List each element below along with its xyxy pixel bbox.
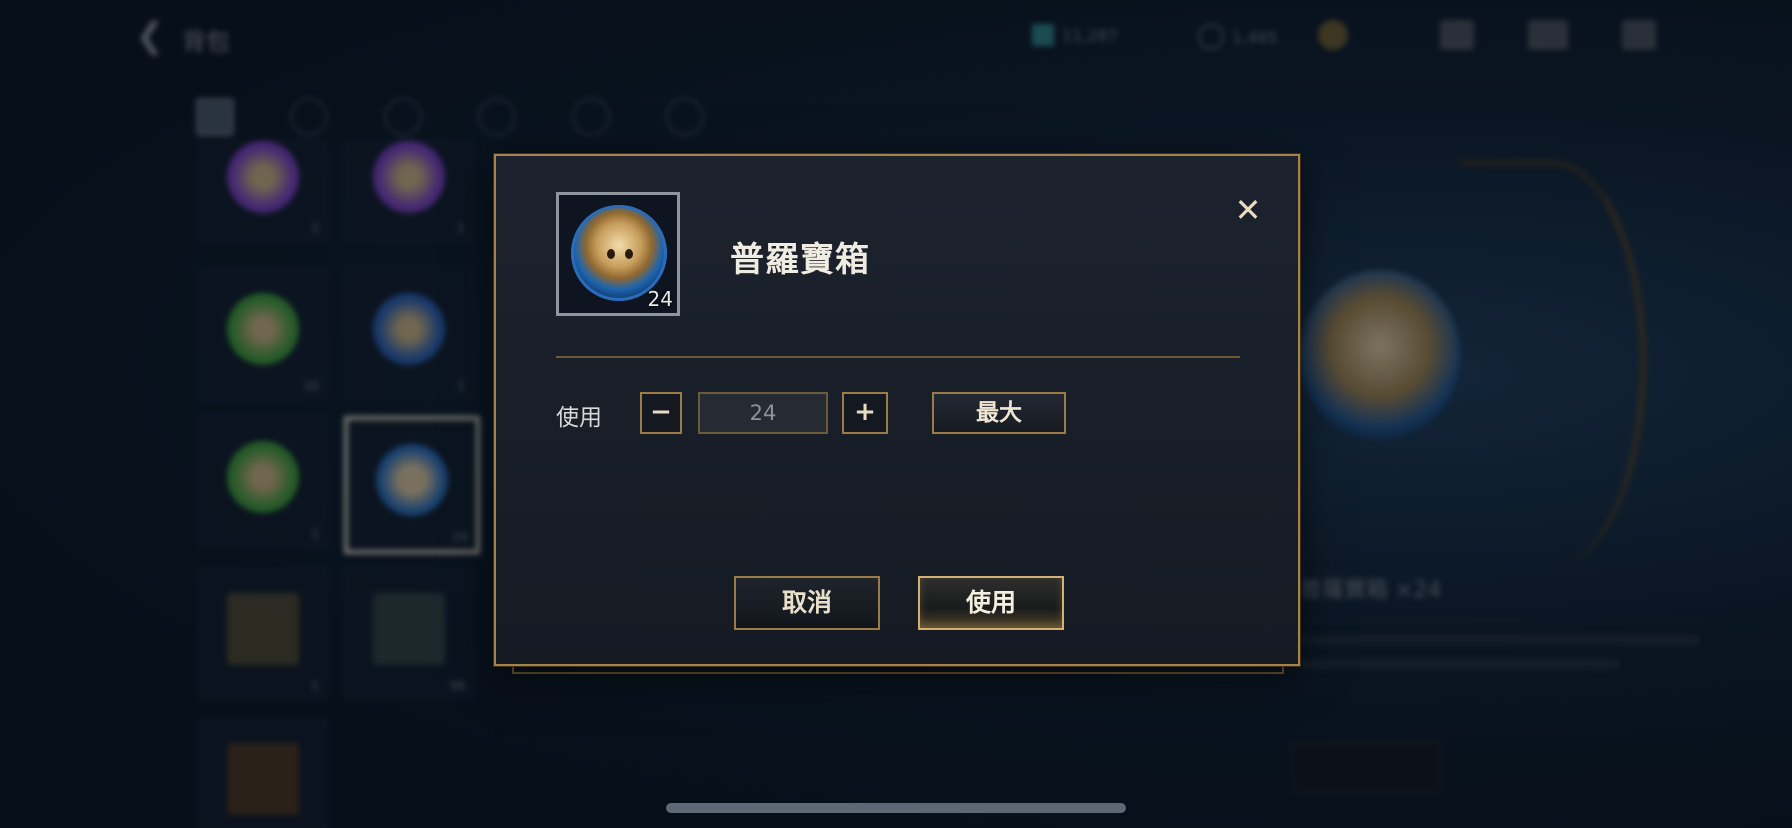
use-quantity-label: 使用 [556,405,602,431]
item-thumbnail: 24 [556,192,680,316]
use-item-dialog: 24 普羅寶箱 ✕ 使用 − 24 + 最大 取消 使用 [494,154,1300,666]
decrement-button[interactable]: − [640,392,682,434]
quantity-input[interactable]: 24 [698,392,828,434]
use-button[interactable]: 使用 [918,576,1064,630]
divider [556,356,1240,358]
cancel-button[interactable]: 取消 [734,576,880,630]
plus-icon: + [854,397,876,427]
item-count-badge: 24 [647,287,673,311]
max-button[interactable]: 最大 [932,392,1066,434]
game-screen: ❮ 背包 11,287 1,465 2 1 10 1 1 24 1 99 普羅寶… [0,0,1792,828]
increment-button[interactable]: + [842,392,888,434]
close-button[interactable]: ✕ [1228,190,1268,230]
home-indicator[interactable] [666,803,1126,813]
minus-icon: − [650,397,672,427]
item-title: 普羅寶箱 [730,240,870,280]
close-icon: ✕ [1234,191,1262,229]
